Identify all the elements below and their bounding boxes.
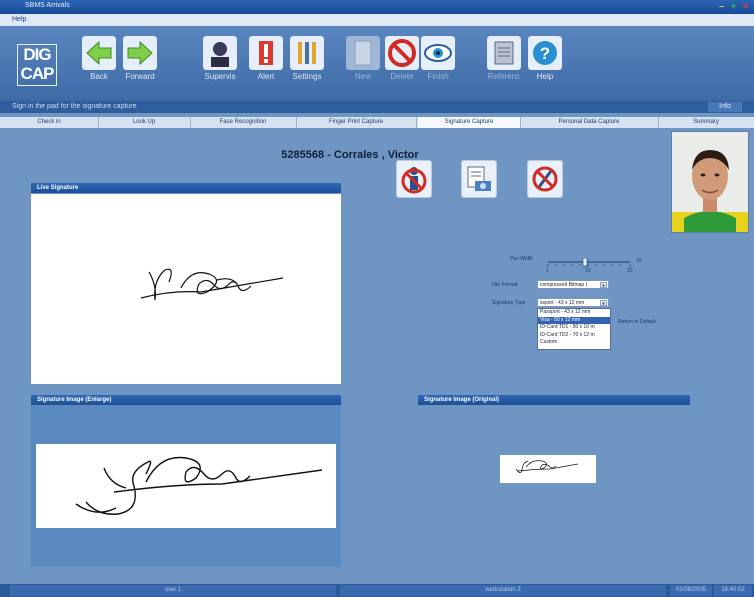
window-title: SBMS Arrivals <box>25 2 70 9</box>
scan-signature-button[interactable] <box>461 160 497 198</box>
signature-type-label: Signature Type <box>492 300 526 306</box>
app-logo: DIG CAP <box>17 44 57 86</box>
settings-button[interactable]: Settings <box>282 36 332 81</box>
clear-signature-button[interactable] <box>527 160 563 198</box>
arrow-right-icon <box>123 36 157 70</box>
forward-button[interactable]: Forward <box>115 36 165 81</box>
chevron-down-icon[interactable]: ▼ <box>600 300 607 306</box>
file-format-select[interactable]: compressed Bitmap ( ▼ <box>537 280 609 289</box>
logo-line-2: CAP <box>20 64 55 83</box>
original-signature-stroke <box>515 460 579 473</box>
portrait-image <box>672 132 748 232</box>
option-custom[interactable]: Custom <box>538 339 610 347</box>
instruction-text: Sign in the pad for the signature captur… <box>12 103 137 110</box>
menu-bar: Help <box>0 14 754 26</box>
scanner-icon <box>467 166 491 191</box>
return-to-default-link[interactable]: Return to Default <box>618 319 656 325</box>
help-button[interactable]: ? Help <box>520 36 570 81</box>
time-indicator: 16:40:02 <box>714 585 752 596</box>
supervisor-label: Supervis <box>204 72 236 81</box>
tab-bar: Check in Look Up Face Recognition Finger… <box>0 117 754 128</box>
person-name: 5285568 - Corrales , Victor <box>281 149 419 161</box>
pen-scale-max: 10 <box>636 258 642 264</box>
pen-width-slider[interactable] <box>546 257 632 268</box>
no-sign-person-button[interactable] <box>396 160 432 198</box>
original-signature-image <box>500 455 596 483</box>
finish-button[interactable]: Finish <box>413 36 463 81</box>
original-signature-header: Signature Image (Original) <box>418 395 690 405</box>
option-id-card-td1[interactable]: ID-Card TD1 - 50 x 10 m <box>538 324 610 332</box>
signature-type-value: ssport - 43 x 12 mm <box>540 300 585 306</box>
tab-check-in[interactable]: Check in <box>0 117 99 128</box>
option-passport[interactable]: Passport - 43 x 12 mm <box>538 309 610 317</box>
title-bar: SBMS Arrivals – + × <box>0 0 754 14</box>
close-button[interactable]: × <box>741 2 750 11</box>
reference-icon <box>487 36 521 70</box>
menu-help[interactable]: Help <box>12 16 26 23</box>
tab-face-recognition[interactable]: Face Recognition <box>190 117 297 128</box>
enlarge-signature-image <box>36 444 336 528</box>
tab-personal-data-capture[interactable]: Personal Data Capture <box>520 117 659 128</box>
new-document-icon <box>346 36 380 70</box>
forward-label: Forward <box>125 72 155 81</box>
tab-look-up[interactable]: Look Up <box>98 117 191 128</box>
option-id-card-td2[interactable]: ID-Card TD2 - 70 x 12 m <box>538 332 610 340</box>
tab-finger-print-capture[interactable]: Finger Print Capture <box>296 117 417 128</box>
signature-type-select[interactable]: ssport - 43 x 12 mm ▼ <box>537 298 609 307</box>
minimize-button[interactable]: – <box>717 2 726 11</box>
status-bar: user 1 workstation 2 01/08/2005 16:40:02 <box>0 584 754 597</box>
user-indicator: user 1 <box>10 585 336 596</box>
pen-scale-min: 1 <box>546 268 549 274</box>
option-visa[interactable]: Visa - 50 x 12 mm <box>538 316 610 325</box>
slider-track <box>547 257 631 267</box>
alert-icon <box>249 36 283 70</box>
settings-label: Settings <box>292 72 322 81</box>
logo-line-1: DIG <box>23 45 51 64</box>
maximize-button[interactable]: + <box>729 2 738 11</box>
pen-scale-mid2: 20 <box>627 268 633 274</box>
workstation-indicator: workstation 2 <box>340 585 666 596</box>
eye-icon <box>421 36 455 70</box>
arrow-left-icon <box>82 36 116 70</box>
no-person-icon <box>401 167 427 194</box>
help-icon: ? <box>528 36 562 70</box>
supervisor-icon <box>203 36 237 70</box>
file-format-value: compressed Bitmap ( <box>540 282 588 288</box>
tab-signature-capture[interactable]: Signature Capture <box>418 117 521 128</box>
person-photo <box>671 131 749 233</box>
live-signature-header: Live Signature <box>31 183 341 193</box>
chevron-down-icon[interactable]: ▼ <box>600 282 607 288</box>
signature-type-dropdown: Passport - 43 x 12 mm Visa - 50 x 12 mm … <box>537 308 611 350</box>
enlarged-signature-stroke <box>75 456 323 515</box>
svg-text:?: ? <box>540 44 550 63</box>
pen-width-label: Pen Width <box>510 256 534 262</box>
no-pen-icon <box>532 166 558 192</box>
live-signature-pad[interactable] <box>31 194 341 384</box>
pen-scale-mid: 10 <box>585 268 591 274</box>
date-indicator: 01/08/2005 <box>670 585 712 596</box>
supervisor-button[interactable]: Supervis <box>195 36 245 81</box>
toolbar: DIG CAP Back Forward Supervis Alert Sett… <box>0 26 754 101</box>
settings-icon <box>290 36 324 70</box>
enlarge-signature-header: Signature Image (Enlarge) <box>31 395 341 405</box>
finish-label: Finish <box>427 72 449 81</box>
help-label: Help <box>536 72 554 81</box>
tab-summary[interactable]: Summary <box>658 117 754 128</box>
live-signature-stroke <box>140 268 284 301</box>
info-button[interactable]: Info <box>708 102 742 112</box>
file-format-label: File Format <box>492 282 518 288</box>
instruction-bar: Sign in the pad for the signature captur… <box>0 101 754 113</box>
